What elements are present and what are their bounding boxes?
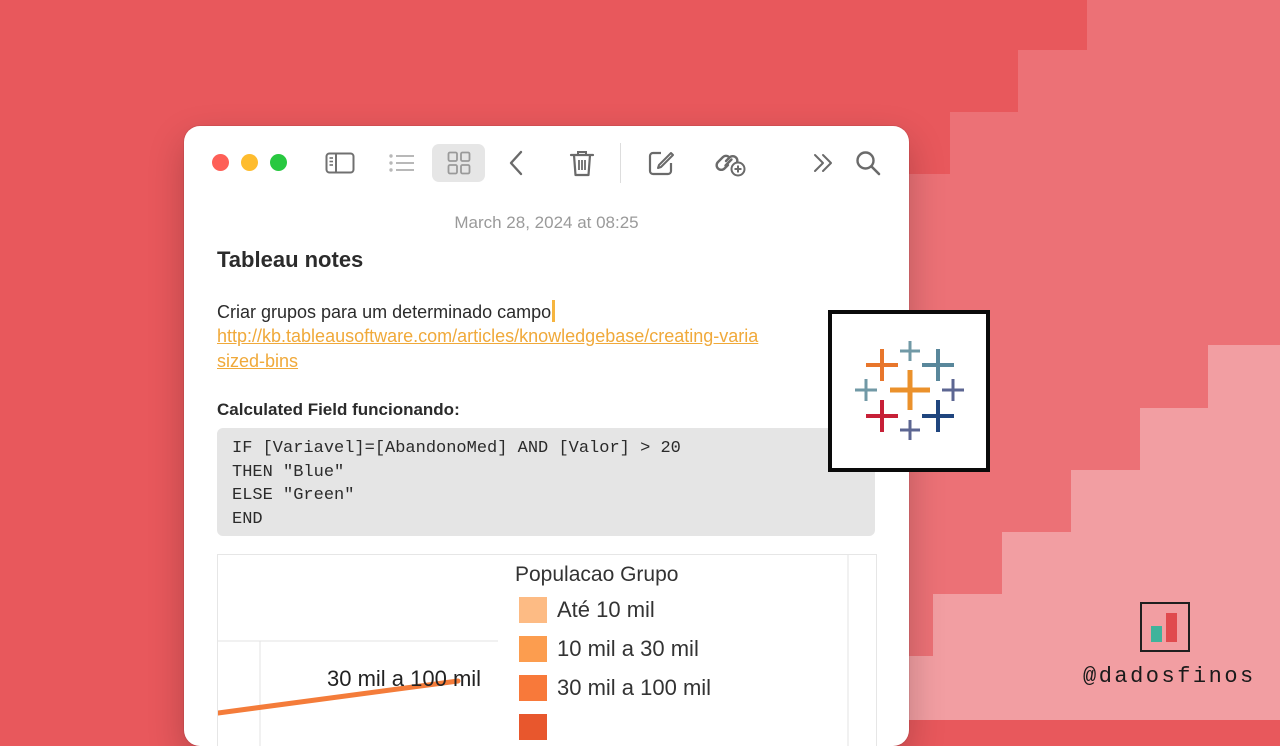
- embedded-chart-image[interactable]: 30 mil a 100 mil Populacao Grupo Até 10 …: [217, 554, 877, 746]
- note-subheading[interactable]: Calculated Field funcionando:: [217, 400, 460, 420]
- brand-handle: @dadosfinos: [1083, 664, 1256, 689]
- share-link-icon: [715, 154, 746, 177]
- logo-bar-red: [1166, 613, 1177, 642]
- gallery-view-icon: [447, 151, 470, 175]
- tableau-logo: [828, 310, 990, 472]
- legend-label: Até 10 mil: [557, 597, 655, 622]
- code-line: ELSE "Green": [232, 486, 355, 505]
- share-link-button[interactable]: [711, 144, 751, 182]
- sidebar-icon: [325, 152, 355, 174]
- legend-item: 10 mil a 30 mil: [519, 635, 699, 663]
- back-icon: [509, 150, 523, 176]
- legend-item: [519, 713, 557, 741]
- legend-label: 10 mil a 30 mil: [557, 636, 699, 661]
- legend-item: Até 10 mil: [519, 596, 655, 624]
- compose-icon: [648, 151, 674, 176]
- paragraph-text: Criar grupos para um determinado campo: [217, 302, 552, 322]
- toolbar: [184, 126, 909, 200]
- legend-swatch: [519, 636, 547, 662]
- search-icon: [856, 151, 881, 176]
- trash-icon: [569, 151, 595, 177]
- list-view-icon: [389, 154, 414, 172]
- code-line: THEN "Blue": [232, 462, 345, 482]
- back-button[interactable]: [496, 144, 536, 182]
- search-button[interactable]: [848, 144, 888, 182]
- toolbar-divider: [620, 143, 621, 183]
- sidebar-toggle-button[interactable]: [320, 144, 360, 182]
- note-date: March 28, 2024 at 08:25: [454, 213, 639, 232]
- tableau-logo-icon: [855, 341, 964, 440]
- legend-label: 30 mil a 100 mil: [557, 675, 712, 700]
- code-line: END: [232, 509, 263, 529]
- note-paragraph[interactable]: Criar grupos para um determinado campo: [217, 300, 556, 323]
- legend-swatch: [519, 597, 547, 623]
- logo-bar-green: [1151, 626, 1162, 642]
- code-block[interactable]: IF [Variavel]=[AbandonoMed] AND [Valor] …: [217, 428, 875, 536]
- link-line-1: http://kb.tableausoftware.com/articles/k…: [217, 326, 759, 346]
- list-view-button[interactable]: [382, 144, 422, 182]
- legend-title: Populacao Grupo: [515, 563, 679, 586]
- more-icon: [814, 154, 832, 172]
- line-label: 30 mil a 100 mil: [327, 666, 482, 691]
- more-toolbar-items-button[interactable]: [803, 144, 843, 182]
- bar-chart-logo-icon: [1140, 602, 1190, 652]
- text-cursor: [552, 300, 556, 322]
- notes-window: March 28, 2024 at 08:25 Tableau notes Cr…: [184, 126, 909, 746]
- new-note-button[interactable]: [641, 144, 681, 182]
- close-window-button[interactable]: [212, 154, 229, 171]
- gallery-view-button[interactable]: [432, 144, 485, 182]
- code-line: IF [Variavel]=[AbandonoMed] AND [Valor] …: [232, 439, 681, 458]
- legend-swatch: [519, 714, 547, 740]
- delete-note-button[interactable]: [562, 144, 602, 182]
- link-line-2: sized-bins: [217, 351, 299, 371]
- legend-item: 30 mil a 100 mil: [519, 674, 711, 702]
- zoom-window-button[interactable]: [270, 154, 287, 171]
- legend-swatch: [519, 675, 547, 701]
- kb-link[interactable]: http://kb.tableausoftware.com/articles/k…: [217, 324, 837, 374]
- note-title[interactable]: Tableau notes: [217, 247, 363, 273]
- minimize-window-button[interactable]: [241, 154, 258, 171]
